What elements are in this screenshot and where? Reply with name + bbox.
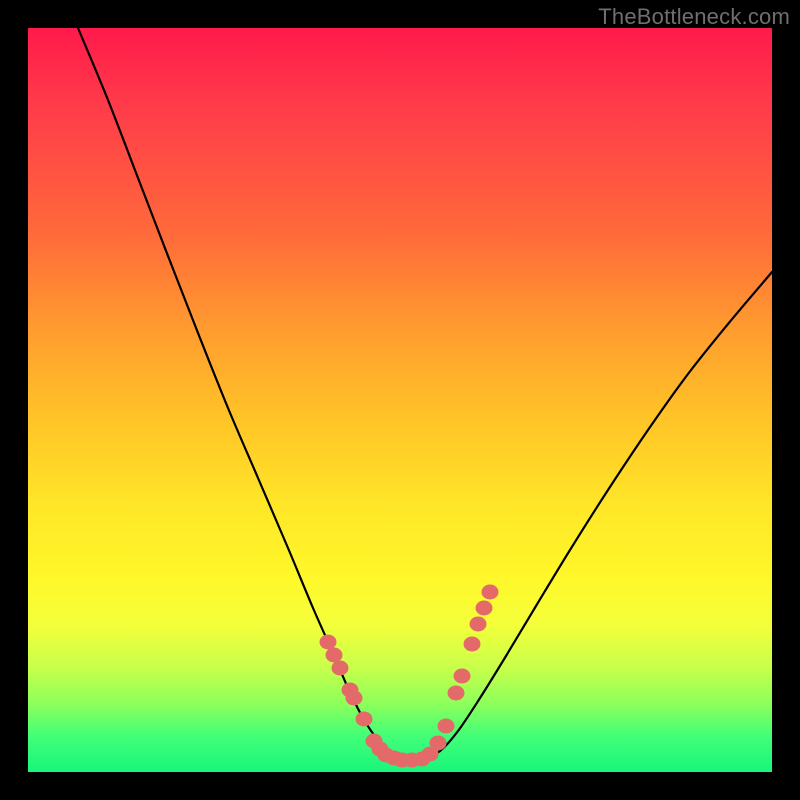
chart-svg <box>28 28 772 772</box>
bottleneck-curve <box>78 28 772 760</box>
marker-dot <box>326 648 343 663</box>
marker-dot <box>470 617 487 632</box>
marker-dot <box>320 635 337 650</box>
marker-dot <box>346 691 363 706</box>
marker-dot <box>464 637 481 652</box>
plot-area <box>28 28 772 772</box>
marker-dot <box>332 661 349 676</box>
marker-dot <box>430 736 447 751</box>
marker-group <box>320 585 499 768</box>
outer-frame: TheBottleneck.com <box>0 0 800 800</box>
marker-dot <box>476 601 493 616</box>
marker-dot <box>438 719 455 734</box>
marker-dot <box>448 686 465 701</box>
marker-dot <box>482 585 499 600</box>
marker-dot <box>356 712 373 727</box>
watermark-text: TheBottleneck.com <box>598 4 790 30</box>
marker-dot <box>454 669 471 684</box>
